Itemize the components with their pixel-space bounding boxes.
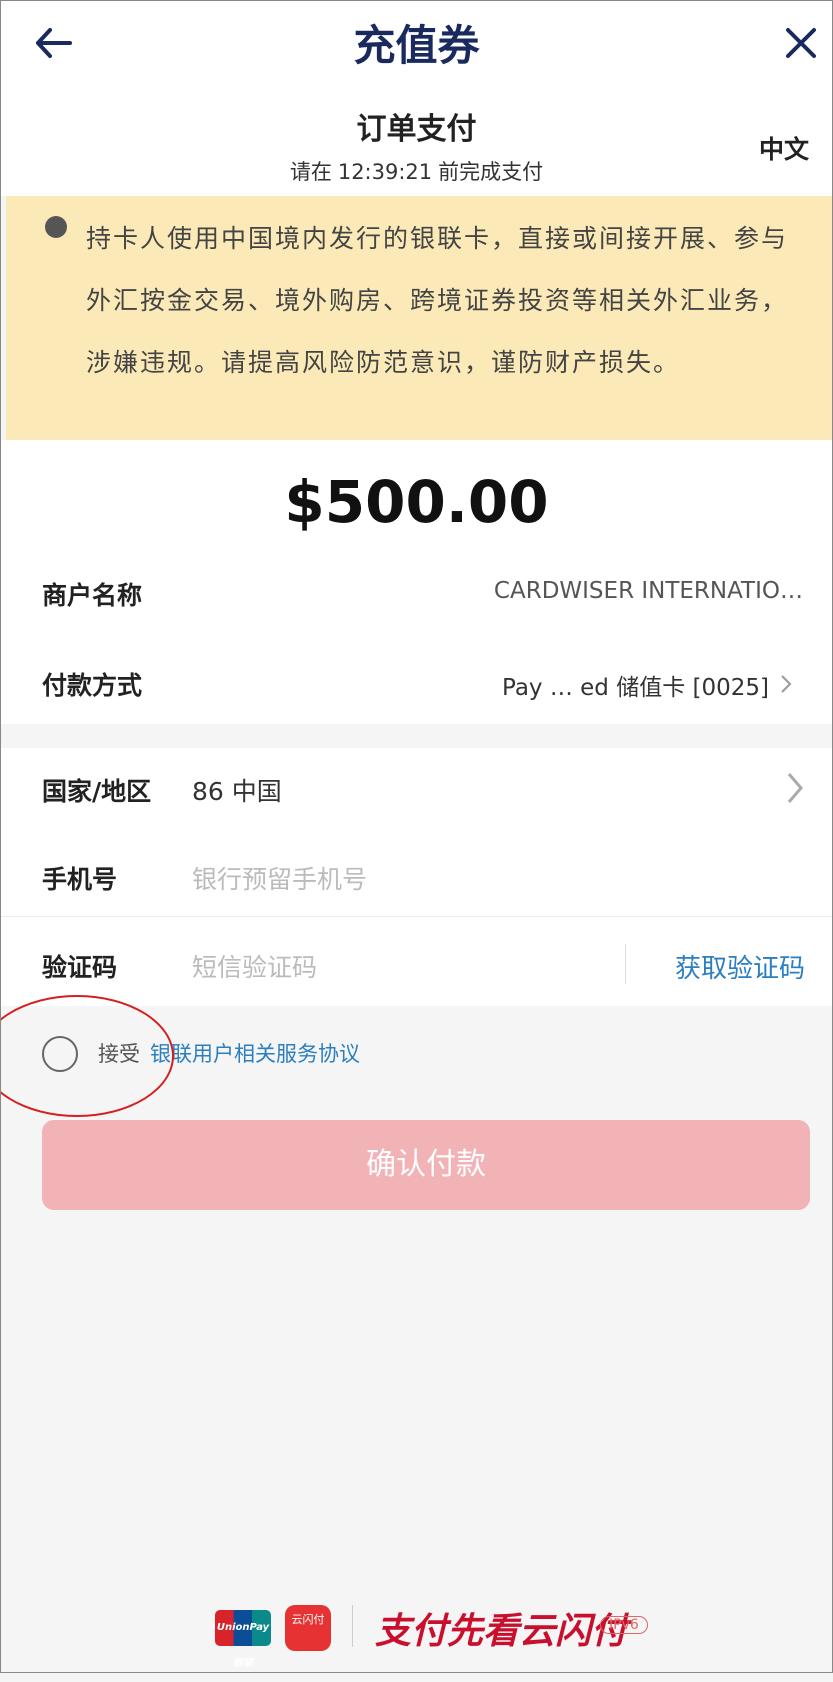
- payment-method-label: 付款方式: [42, 671, 143, 700]
- code-label: 验证码: [42, 953, 118, 982]
- divider: [625, 944, 626, 984]
- merchant-value: CARDWISER INTERNATIO…: [493, 578, 803, 604]
- code-input[interactable]: 短信验证码: [192, 948, 317, 984]
- deadline-suffix: 前完成支付: [438, 160, 544, 184]
- country-label: 国家/地区: [42, 777, 152, 806]
- merchant-label: 商户名称: [42, 581, 143, 610]
- confirm-payment-button[interactable]: 确认付款: [42, 1120, 810, 1210]
- phone-input[interactable]: 银行预留手机号: [192, 860, 367, 896]
- page-title: 订单支付: [356, 112, 477, 147]
- bullet-icon: [45, 216, 67, 238]
- chevron-right-icon[interactable]: [778, 670, 796, 698]
- unionpay-logo: UnionPay 银联: [215, 1610, 271, 1669]
- divider: [352, 1605, 353, 1647]
- divider: [0, 916, 833, 917]
- agreement-link[interactable]: 银联用户相关服务协议: [150, 1038, 360, 1068]
- annotation-circle: [0, 995, 174, 1117]
- cloud-quickpass-logo: 云闪付: [285, 1605, 331, 1651]
- deadline-time: 12:39:21: [337, 160, 433, 184]
- get-code-button[interactable]: 获取验证码: [675, 948, 805, 985]
- language-switch[interactable]: 中文: [759, 130, 809, 166]
- ipv6-badge: IPv6: [600, 1616, 648, 1634]
- chevron-right-icon[interactable]: [784, 768, 806, 808]
- close-icon: [786, 28, 816, 58]
- payment-method-value[interactable]: Pay … ed 储值卡 [0025]: [502, 668, 769, 702]
- notice-text: 持卡人使用中国境内发行的银联卡，直接或间接开展、参与外汇按金交易、境外购房、跨境…: [86, 224, 789, 377]
- deadline-prefix: 请在: [289, 160, 332, 184]
- country-value[interactable]: 86 中国: [192, 772, 282, 808]
- order-amount: $500.00: [284, 468, 549, 536]
- deadline-text: 请在 12:39:21 前完成支付: [0, 156, 833, 186]
- footer-slogan: 支付先看云闪付: [375, 1610, 628, 1652]
- close-button[interactable]: [776, 18, 826, 68]
- phone-label: 手机号: [42, 865, 118, 894]
- app-title: 充值券: [353, 21, 480, 70]
